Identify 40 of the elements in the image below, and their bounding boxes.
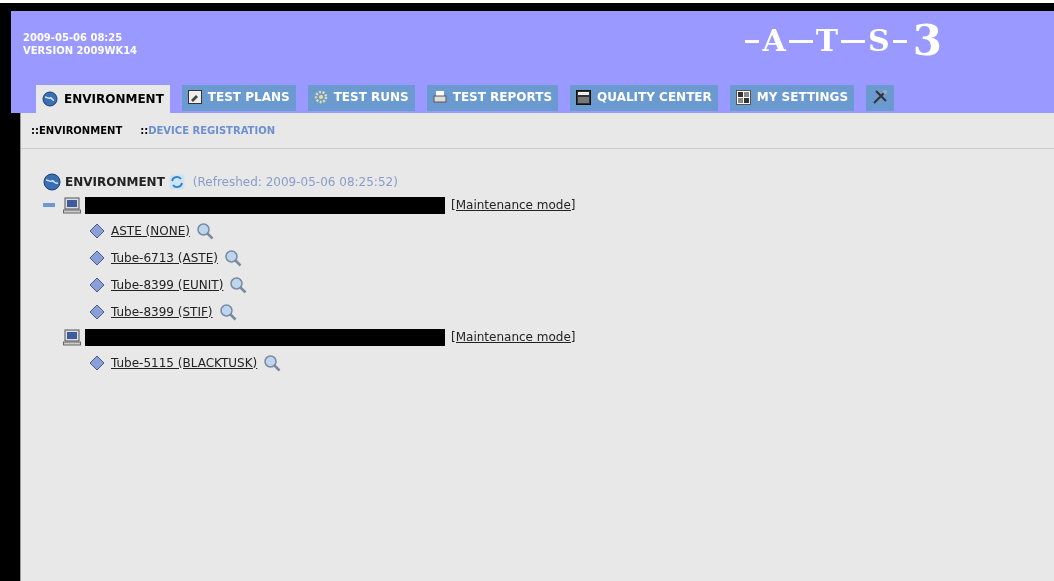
separator-marks: :: xyxy=(31,124,39,138)
computer-icon xyxy=(63,196,81,214)
document-icon xyxy=(187,90,202,104)
refresh-icon[interactable] xyxy=(168,174,185,190)
diamond-icon xyxy=(89,354,105,371)
globe-icon xyxy=(42,91,58,107)
logo: A T S xyxy=(745,21,907,61)
diamond-icon xyxy=(89,303,105,320)
search-icon[interactable] xyxy=(195,221,214,240)
collapse-toggle[interactable] xyxy=(43,203,55,207)
gear-icon xyxy=(313,90,328,104)
refreshed-time: (Refreshed: 2009-05-06 08:25:52) xyxy=(192,174,398,191)
maintenance-mode-link[interactable]: [Maintenance mode] xyxy=(451,196,576,214)
device-link[interactable]: ASTE (NONE) xyxy=(111,221,190,240)
search-icon[interactable] xyxy=(263,353,282,372)
search-icon[interactable] xyxy=(218,302,237,321)
diamond-icon xyxy=(89,249,105,266)
device-link[interactable]: Tube-8399 (STIF) xyxy=(111,302,213,321)
globe-icon xyxy=(43,173,61,191)
maintenance-mode-link[interactable]: [Maintenance mode] xyxy=(451,328,576,346)
search-icon[interactable] xyxy=(229,275,248,294)
tree-title: ENVIRONMENT xyxy=(65,174,165,191)
device-link[interactable]: Tube-6713 (ASTE) xyxy=(111,248,218,267)
diamond-icon xyxy=(89,276,105,293)
subnav-link[interactable]: ENVIRONMENT xyxy=(39,123,123,138)
printer-icon xyxy=(432,90,447,104)
nav-tab[interactable]: ENVIRONMENT xyxy=(36,85,170,113)
logo-number: 3 xyxy=(912,17,942,65)
date-time: 2009-05-06 08:25 xyxy=(23,31,124,44)
version-label: VERSION 2009WK14 xyxy=(23,44,138,57)
separator-marks: :: xyxy=(140,124,149,138)
search-icon[interactable] xyxy=(223,248,242,267)
device-link[interactable]: Tube-8399 (EUNIT) xyxy=(111,275,224,294)
tools-icon xyxy=(872,89,889,105)
nav-tab[interactable] xyxy=(866,85,895,111)
diamond-icon xyxy=(89,222,105,239)
clapperboard-icon xyxy=(576,89,592,105)
computer-icon xyxy=(63,328,81,346)
grid-icon xyxy=(735,89,751,105)
device-link[interactable]: Tube-5115 (BLACKTUSK) xyxy=(111,353,258,372)
